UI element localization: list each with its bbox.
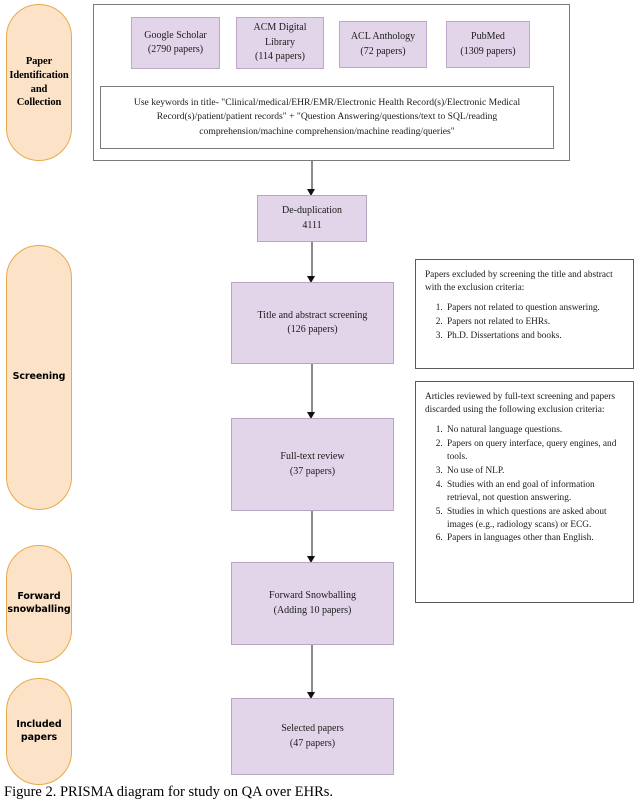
connector-snowballing-to-selected: [311, 645, 313, 695]
list-item: Papers on query interface, query engines…: [445, 438, 624, 464]
connector-identification-to-dedup: [311, 161, 313, 191]
exclusion-note-screening-intro: Papers excluded by screening the title a…: [425, 270, 613, 294]
title-abstract-screening-count: (126 papers): [287, 324, 338, 335]
keyword-line-2: Record(s)/patient/patient records" + "Qu…: [156, 111, 498, 123]
source-name-acm-digital-library-2: Library: [265, 36, 295, 48]
source-count-acm-digital-library: (114 papers): [255, 51, 305, 63]
exclusion-note-fulltext: Articles reviewed by full-text screening…: [415, 381, 634, 603]
figure-caption: Figure 2. PRISMA diagram for study on QA…: [4, 784, 334, 800]
keyword-line-1: Use keywords in title- "Clinical/medical…: [133, 96, 521, 108]
list-item: Studies with an end goal of information …: [445, 479, 624, 505]
connector-dedup-to-title-abstract: [311, 242, 313, 279]
source-box-pubmed: PubMed (1309 papers): [446, 21, 530, 68]
selected-papers-count: (47 papers): [289, 737, 336, 749]
list-item: Ph.D. Dissertations and books.: [445, 330, 624, 343]
stage-label-screening: Screening: [12, 371, 66, 383]
forward-snowballing-title: Forward Snowballing: [269, 590, 356, 601]
keyword-line-3: comprehension/machine comprehension/mach…: [199, 125, 455, 137]
source-name-google-scholar: Google Scholar: [144, 29, 207, 41]
list-item: Studies in which questions are asked abo…: [445, 506, 624, 532]
stage-label-forward-snowballing: Forward snowballing: [7, 591, 71, 615]
source-box-acl-anthology: ACL Anthology (72 papers): [339, 21, 427, 68]
list-item: No use of NLP.: [445, 465, 624, 478]
process-box-title-abstract-screening: Title and abstract screening (126 papers…: [231, 282, 394, 364]
exclusion-note-screening-list: Papers not related to question answering…: [425, 302, 624, 343]
stage-label-identification: Paper Identification and Collection: [9, 56, 69, 109]
list-item: No natural language questions.: [445, 424, 624, 437]
keyword-query-box: Use keywords in title- "Clinical/medical…: [100, 86, 554, 149]
source-name-pubmed: PubMed: [471, 31, 505, 42]
stage-pill-included: Included papers: [6, 678, 72, 785]
connector-full-text-to-snowballing: [311, 511, 313, 559]
source-count-google-scholar: (2790 papers): [147, 44, 204, 55]
list-item: Papers not related to EHRs.: [445, 316, 624, 329]
deduplication-title: De-duplication: [282, 205, 342, 216]
selected-papers-title: Selected papers: [281, 723, 344, 734]
list-item: Papers in languages other than English.: [445, 532, 624, 545]
deduplication-count: 4111: [302, 219, 322, 231]
exclusion-note-fulltext-list: No natural language questions. Papers on…: [425, 424, 624, 545]
title-abstract-screening-title: Title and abstract screening: [257, 309, 368, 321]
forward-snowballing-count: (Adding 10 papers): [273, 604, 352, 616]
exclusion-note-fulltext-intro: Articles reviewed by full-text screening…: [425, 392, 615, 416]
source-name-acl-anthology: ACL Anthology: [350, 31, 416, 42]
stage-pill-forward-snowballing: Forward snowballing: [6, 545, 72, 663]
process-box-selected-papers: Selected papers (47 papers): [231, 698, 394, 775]
exclusion-note-screening: Papers excluded by screening the title a…: [415, 259, 634, 369]
stage-pill-screening: Screening: [6, 245, 72, 510]
source-name-acm-digital-library: ACM Digital: [253, 22, 307, 34]
source-box-acm-digital-library: ACM Digital Library (114 papers): [236, 17, 324, 69]
source-count-acl-anthology: (72 papers): [360, 45, 406, 57]
stage-pill-identification: Paper Identification and Collection: [6, 4, 72, 161]
process-box-deduplication: De-duplication 4111: [257, 195, 367, 242]
process-box-forward-snowballing: Forward Snowballing (Adding 10 papers): [231, 562, 394, 645]
full-text-review-count: (37 papers): [289, 465, 336, 477]
process-box-full-text-review: Full-text review (37 papers): [231, 418, 394, 511]
list-item: Papers not related to question answering…: [445, 302, 624, 315]
source-box-google-scholar: Google Scholar (2790 papers): [131, 17, 220, 69]
full-text-review-title: Full-text review: [280, 451, 345, 462]
stage-label-included: Included papers: [16, 718, 62, 743]
connector-title-abstract-to-full-text: [311, 364, 313, 416]
source-count-pubmed: (1309 papers): [460, 45, 516, 57]
